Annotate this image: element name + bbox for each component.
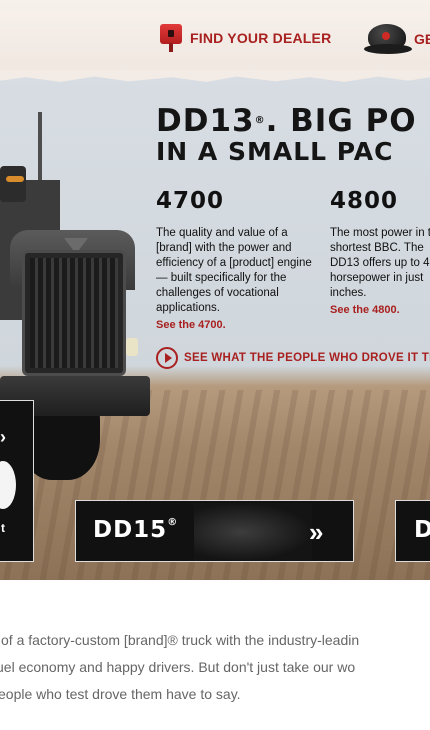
tile-label: D [414,517,430,543]
copy-line-1: of a factory-custom [brand]® truck with … [1,632,360,648]
headline-line-2: IN A SMALL PAC [156,137,394,166]
top-bar: FIND YOUR DEALER GE [0,0,430,80]
find-dealer-link[interactable]: FIND YOUR DEALER [160,24,331,52]
model-title: 4700 [156,188,225,214]
engine-tile-dd15[interactable]: DD15® » [75,500,354,562]
dd15-label: DD15® [93,517,179,543]
see-4700-link[interactable]: See the 4700. [156,319,321,331]
copy-line-3: eople who test drove them have to say. [0,686,241,702]
model-title: 4800 [330,188,399,214]
play-icon [156,347,178,369]
model-column-4800: 4800 The most power in the shortest BBC.… [330,188,430,316]
gear-link-label[interactable]: GE [414,31,430,47]
video-link-label: SEE WHAT THE PEOPLE WHO DROVE IT THO [184,352,430,364]
find-dealer-label: FIND YOUR DEALER [190,30,332,46]
model-column-4700: 4700 The quality and value of a [brand] … [156,188,321,331]
hero-headline: DD13®. BIG PO IN A SMALL PAC [156,104,430,166]
video-link[interactable]: SEE WHAT THE PEOPLE WHO DROVE IT THO [156,347,430,369]
engine-tile-next[interactable]: D [395,500,430,562]
intro-copy: of a factory-custom [brand]® truck with … [0,627,430,708]
headline-line-1: DD13®. BIG PO [156,103,417,139]
engine-image [0,461,16,509]
truck-mirror [0,166,26,202]
cap-icon[interactable] [364,22,412,56]
see-4800-link[interactable]: See the 4800. [330,304,430,316]
map-pin-icon [160,24,182,52]
chevron-right-icon: › [0,427,6,447]
engine-tile-previous[interactable]: › t [0,400,34,562]
model-description: The quality and value of a [brand] with … [156,227,312,314]
engine-image [194,503,312,561]
copy-line-2: uel economy and happy drivers. But don't… [0,659,356,675]
cab-lights [6,176,24,182]
model-description: The most power in the shortest BBC. The … [330,227,430,299]
truck-image [0,80,150,480]
grille-slats [30,258,118,368]
double-chevron-right-icon: » [309,517,324,547]
headlight [126,338,138,356]
tile-label: t [1,521,5,535]
